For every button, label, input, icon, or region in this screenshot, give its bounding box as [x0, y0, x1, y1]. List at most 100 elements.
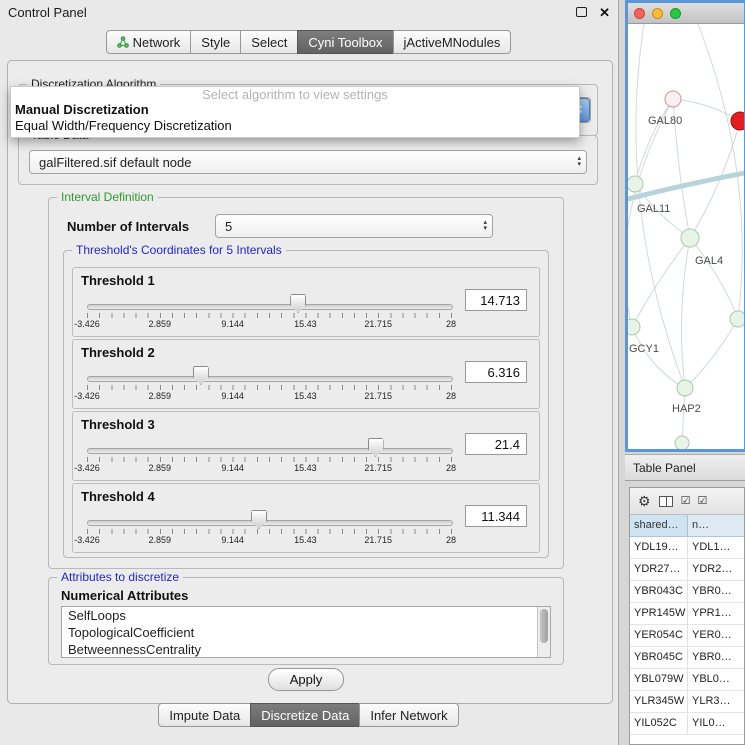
gear-icon[interactable]: ⚙ [638, 494, 651, 508]
table-cell-shared-name[interactable]: YBR043C [630, 581, 688, 602]
table-cell-shared-name[interactable]: YDL19… [630, 537, 688, 558]
table-row[interactable]: YBR043CYBR0… [630, 581, 744, 603]
list-item-betweennesscentrality[interactable]: BetweennessCentrality [62, 641, 550, 658]
table-cell-name[interactable]: YPR1… [688, 603, 744, 624]
threshold-value-field[interactable]: 11.344 [465, 505, 527, 527]
threshold-slider-track[interactable] [87, 448, 453, 454]
network-node-gal80[interactable] [665, 91, 681, 107]
network-edge[interactable] [673, 99, 740, 121]
table-cell-name[interactable]: YIL0… [688, 713, 744, 734]
network-edge[interactable] [685, 319, 738, 388]
table-cell-shared-name[interactable]: YDR27… [630, 559, 688, 580]
close-icon[interactable]: ✕ [599, 6, 610, 19]
network-node-gal11[interactable] [628, 176, 643, 192]
threshold-value-field[interactable]: 6.316 [465, 361, 527, 383]
table-cell-name[interactable]: YER0… [688, 625, 744, 646]
tab-label: Impute Data [169, 708, 240, 723]
table-row[interactable]: YLR345WYLR3… [630, 691, 744, 713]
table-row[interactable]: YBL079WYBL0… [630, 669, 744, 691]
algorithm-dropdown-menu: Select algorithm to view settings Manual… [10, 86, 580, 138]
table-cell-shared-name[interactable]: YPR145W [630, 603, 688, 624]
tab-jactivemnodules[interactable]: jActiveMNodules [393, 30, 512, 54]
table-toolbar: ⚙ ☑ ☑ [630, 488, 744, 515]
tick-label: 15.43 [294, 535, 317, 545]
table-cell-shared-name[interactable]: YBR045C [630, 647, 688, 668]
number-of-intervals-combobox[interactable]: 5 ▴ ▾ [215, 214, 493, 238]
number-of-intervals-value: 5 [225, 219, 232, 234]
threshold-slider-track[interactable] [87, 376, 453, 382]
network-edge[interactable] [635, 99, 673, 184]
network-edge[interactable] [628, 172, 744, 200]
network-edge[interactable] [690, 238, 738, 319]
table-cell-name[interactable]: YBR0… [688, 647, 744, 668]
apply-button[interactable]: Apply [268, 668, 344, 691]
table-cell-shared-name[interactable]: YLR345W [630, 691, 688, 712]
network-edge[interactable] [698, 24, 742, 319]
threshold-slider-track[interactable] [87, 304, 453, 310]
network-window-titlebar[interactable] [628, 3, 744, 24]
tick-label: 9.144 [221, 535, 244, 545]
list-scrollbar[interactable] [537, 607, 550, 657]
tab-discretize-data[interactable]: Discretize Data [250, 703, 360, 727]
float-window-icon[interactable] [576, 7, 587, 17]
table-row[interactable]: YDR27…YDR2… [630, 559, 744, 581]
tab-network[interactable]: Network [106, 30, 192, 54]
network-node-gal4[interactable] [681, 229, 699, 247]
threshold-slider-thumb[interactable] [368, 438, 384, 457]
table-cell-name[interactable]: YLR3… [688, 691, 744, 712]
tab-style[interactable]: Style [190, 30, 241, 54]
dropdown-item-manual-discretization[interactable]: Manual Discretization [11, 102, 579, 118]
network-node-gcy1[interactable] [628, 319, 640, 335]
table-row[interactable]: YDL19…YDL1… [630, 537, 744, 559]
columns-icon[interactable] [659, 496, 673, 507]
threshold-value-field[interactable]: 21.4 [465, 433, 527, 455]
table-row[interactable]: YIL052CYIL0… [630, 713, 744, 735]
arrow-down-icon: ▾ [483, 226, 487, 232]
tick-label: 21.715 [364, 463, 392, 473]
list-item-topologicalcoefficient[interactable]: TopologicalCoefficient [62, 624, 550, 641]
table-row[interactable]: YBR045CYBR0… [630, 647, 744, 669]
threshold-value-field[interactable]: 14.713 [465, 289, 527, 311]
table-data-combobox[interactable]: galFiltered.sif default node ▴ ▾ [29, 150, 587, 174]
network-edge[interactable] [681, 238, 690, 388]
tab-select[interactable]: Select [240, 30, 298, 54]
table-cell-shared-name[interactable]: YBL079W [630, 669, 688, 690]
network-edge[interactable] [632, 327, 685, 388]
threshold-coordinates-label: Threshold's Coordinates for 5 Intervals [72, 243, 286, 257]
threshold-slider-track[interactable] [87, 520, 453, 526]
table-cell-name[interactable]: YBR0… [688, 581, 744, 602]
zoom-button[interactable] [670, 8, 681, 19]
table-cell-name[interactable]: YDL1… [688, 537, 744, 558]
table-panel-header[interactable]: Table Panel [625, 454, 745, 481]
tab-impute-data[interactable]: Impute Data [158, 703, 251, 727]
select-some-icon[interactable]: ☑ [697, 496, 706, 507]
table-row[interactable]: YPR145WYPR1… [630, 603, 744, 625]
table-row[interactable]: YER054CYER0… [630, 625, 744, 647]
close-button[interactable] [634, 8, 645, 19]
network-graph[interactable]: GAL80GAL11GAL4GCY1HAP2 [628, 24, 744, 450]
threshold-label: Threshold 3 [81, 417, 155, 432]
tab-infer-network[interactable]: Infer Network [359, 703, 458, 727]
list-item-selfloops[interactable]: SelfLoops [62, 607, 550, 624]
table-cell-name[interactable]: YBL0… [688, 669, 744, 690]
table-cell-name[interactable]: YDR2… [688, 559, 744, 580]
threshold-slider-thumb[interactable] [290, 294, 306, 313]
dropdown-item-equal-width-frequency[interactable]: Equal Width/Frequency Discretization [11, 118, 579, 134]
network-node-selected[interactable] [731, 112, 744, 130]
tab-cyni-toolbox[interactable]: Cyni Toolbox [297, 30, 393, 54]
numerical-attributes-list[interactable]: SelfLoopsTopologicalCoefficientBetweenne… [61, 606, 551, 658]
tick-label: 15.43 [294, 319, 317, 329]
network-node-hap2[interactable] [677, 380, 693, 396]
scrollbar-thumb[interactable] [540, 609, 548, 643]
table-cell-shared-name[interactable]: YER054C [630, 625, 688, 646]
select-all-icon[interactable]: ☑ [681, 496, 690, 507]
column-header-shared-name[interactable]: shared… [630, 515, 688, 536]
threshold-slider-thumb[interactable] [251, 510, 267, 529]
threshold-slider-thumb[interactable] [193, 366, 209, 385]
numerical-attributes-label: Numerical Attributes [61, 588, 188, 603]
column-header-name[interactable]: n… [688, 515, 744, 536]
minimize-button[interactable] [652, 8, 663, 19]
table-cell-shared-name[interactable]: YIL052C [630, 713, 688, 734]
network-node[interactable] [675, 436, 689, 450]
network-node[interactable] [730, 311, 744, 327]
